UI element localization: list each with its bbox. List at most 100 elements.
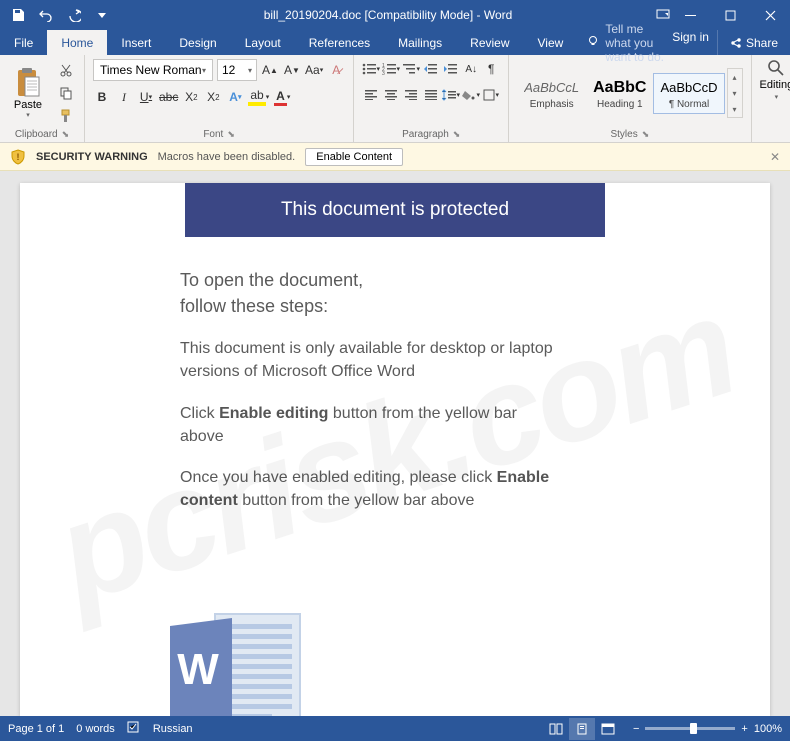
zoom-control: − + 100%: [633, 723, 782, 735]
eraser-icon: A̷: [332, 63, 340, 77]
tab-design[interactable]: Design: [165, 30, 230, 55]
proofing-icon[interactable]: [127, 720, 141, 737]
text-effects-button[interactable]: A▾: [226, 87, 244, 107]
increase-indent-button[interactable]: [442, 59, 460, 79]
print-layout-button[interactable]: [569, 718, 595, 740]
clear-formatting-button[interactable]: A̷: [327, 60, 345, 80]
editing-button[interactable]: Editing ▾: [760, 59, 790, 101]
grow-font-button[interactable]: A▲: [261, 60, 279, 80]
tab-references[interactable]: References: [295, 30, 384, 55]
tab-mailings[interactable]: Mailings: [384, 30, 456, 55]
styles-more-button[interactable]: ▴▾▾: [727, 68, 743, 118]
style-normal[interactable]: AaBbCcD ¶ Normal: [653, 73, 724, 114]
security-close-button[interactable]: ✕: [770, 150, 780, 164]
zoom-slider[interactable]: [645, 727, 735, 730]
share-label: Share: [746, 36, 778, 50]
maximize-button[interactable]: [710, 0, 750, 30]
align-left-button[interactable]: [362, 85, 380, 105]
undo-icon[interactable]: [34, 3, 58, 27]
line-spacing-button[interactable]: ▾: [442, 85, 460, 105]
sort-button[interactable]: A↓: [462, 59, 480, 79]
qat-more-icon[interactable]: [90, 3, 114, 27]
numbering-button[interactable]: 123▾: [382, 59, 400, 79]
pilcrow-icon: ¶: [488, 62, 494, 76]
zoom-level[interactable]: 100%: [754, 723, 782, 735]
save-icon[interactable]: [6, 3, 30, 27]
tab-layout[interactable]: Layout: [231, 30, 295, 55]
group-styles: AaBbCcL Emphasis AaBbC Heading 1 AaBbCcD…: [509, 55, 751, 142]
borders-icon: [483, 89, 495, 101]
brush-icon: [59, 109, 73, 123]
format-painter-button[interactable]: [56, 106, 76, 126]
justify-icon: [425, 90, 437, 100]
multilevel-icon: [402, 63, 416, 75]
tab-home[interactable]: Home: [47, 30, 107, 55]
minimize-button[interactable]: [670, 0, 710, 30]
redo-icon[interactable]: [62, 3, 86, 27]
zoom-out-button[interactable]: −: [633, 723, 639, 735]
share-button[interactable]: Share: [717, 30, 790, 55]
status-page[interactable]: Page 1 of 1: [8, 723, 64, 735]
signin-link[interactable]: Sign in: [664, 30, 717, 55]
align-right-icon: [405, 90, 417, 100]
show-marks-button[interactable]: ¶: [482, 59, 500, 79]
font-name-select[interactable]: Times New Roman▾: [93, 59, 213, 81]
shading-button[interactable]: ▾: [462, 85, 480, 105]
svg-text:!: !: [17, 152, 20, 162]
tab-review[interactable]: Review: [456, 30, 523, 55]
clipboard-launcher[interactable]: ⬊: [62, 129, 70, 140]
tab-insert[interactable]: Insert: [107, 30, 165, 55]
document-area[interactable]: pcrisk.com This document is protected To…: [0, 171, 790, 716]
word-icon: W: [160, 606, 310, 716]
spacing-icon: [442, 89, 456, 101]
close-button[interactable]: [750, 0, 790, 30]
zoom-in-button[interactable]: +: [741, 723, 747, 735]
security-warning-bar: ! SECURITY WARNING Macros have been disa…: [0, 143, 790, 171]
bullets-button[interactable]: ▾: [362, 59, 380, 79]
cut-button[interactable]: [56, 60, 76, 80]
ribbon: Paste ▾ Clipboard ⬊ Times New Roman▾ 12▾ …: [0, 55, 790, 143]
group-clipboard: Paste ▾ Clipboard ⬊: [0, 55, 85, 142]
paste-button[interactable]: Paste ▾: [8, 67, 48, 119]
view-buttons: [543, 718, 621, 740]
numbering-icon: 123: [382, 63, 396, 75]
subscript-button[interactable]: X2: [182, 87, 200, 107]
group-font: Times New Roman▾ 12▾ A▲ A▼ Aa▾ A̷ B I U▾…: [85, 55, 354, 142]
copy-button[interactable]: [56, 83, 76, 103]
bullets-icon: [362, 63, 376, 75]
tab-view[interactable]: View: [524, 30, 578, 55]
status-words[interactable]: 0 words: [76, 723, 115, 735]
justify-button[interactable]: [422, 85, 440, 105]
borders-button[interactable]: ▾: [482, 85, 500, 105]
highlight-button[interactable]: ab▾: [248, 87, 269, 107]
underline-button[interactable]: U▾: [137, 87, 155, 107]
read-mode-button[interactable]: [543, 718, 569, 740]
decrease-indent-button[interactable]: [422, 59, 440, 79]
superscript-button[interactable]: X2: [204, 87, 222, 107]
group-clipboard-label: Clipboard: [15, 129, 58, 140]
web-layout-button[interactable]: [595, 718, 621, 740]
paragraph-launcher[interactable]: ⬊: [453, 129, 461, 140]
enable-content-button[interactable]: Enable Content: [305, 148, 403, 166]
titlebar: bill_20190204.doc [Compatibility Mode] -…: [0, 0, 790, 30]
style-heading1[interactable]: AaBbC Heading 1: [586, 73, 653, 114]
italic-button[interactable]: I: [115, 87, 133, 107]
align-center-button[interactable]: [382, 85, 400, 105]
indent-icon: [444, 63, 458, 75]
ribbon-tabs: File Home Insert Design Layout Reference…: [0, 30, 790, 55]
bold-button[interactable]: B: [93, 87, 111, 107]
styles-launcher[interactable]: ⬊: [642, 129, 650, 140]
font-launcher[interactable]: ⬊: [227, 129, 235, 140]
group-styles-label: Styles: [610, 129, 637, 140]
align-right-button[interactable]: [402, 85, 420, 105]
font-size-select[interactable]: 12▾: [217, 59, 257, 81]
strikethrough-button[interactable]: abc: [159, 87, 178, 107]
shrink-font-button[interactable]: A▼: [283, 60, 301, 80]
font-color-button[interactable]: A▾: [273, 87, 291, 107]
tab-file[interactable]: File: [0, 30, 47, 55]
change-case-button[interactable]: Aa▾: [305, 60, 323, 80]
svg-text:W: W: [177, 645, 219, 694]
style-emphasis[interactable]: AaBbCcL Emphasis: [517, 73, 586, 114]
multilevel-button[interactable]: ▾: [402, 59, 420, 79]
status-lang[interactable]: Russian: [153, 723, 193, 735]
